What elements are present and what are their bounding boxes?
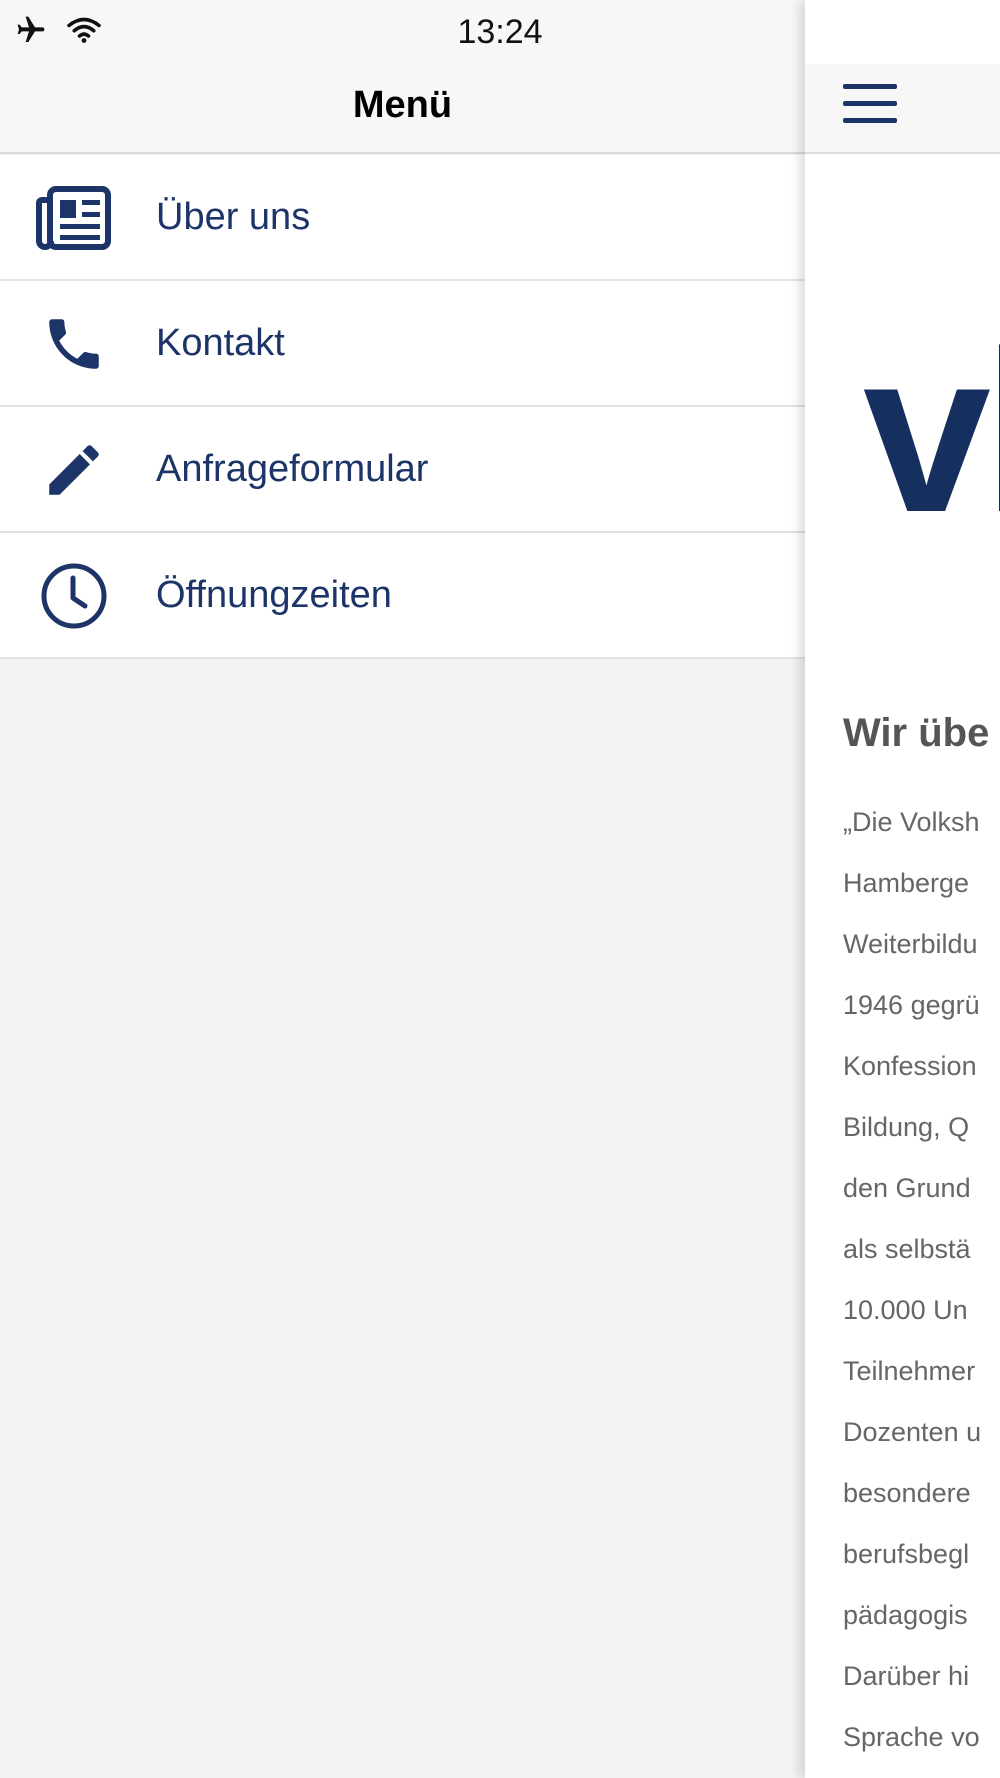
text-line: Teilnehmer	[843, 1356, 976, 1386]
menu-title: Menü	[352, 84, 453, 126]
text-line: Sprache vo	[843, 1722, 980, 1752]
text-line: berufsbegl	[843, 1539, 970, 1569]
text-line: 1946 gegrü	[843, 990, 980, 1020]
text-line: Weiterbildu	[843, 929, 978, 959]
phone-icon	[36, 310, 112, 378]
hamburger-menu-icon[interactable]	[843, 82, 897, 128]
text-line: Hamberge	[843, 868, 970, 898]
text-line: Konfession	[843, 1051, 977, 1081]
menu-item-label: Kontakt	[156, 322, 285, 364]
pencil-icon	[36, 436, 112, 504]
menu-item-ueber-uns[interactable]: Über uns	[0, 155, 805, 281]
text-line: „Die Volksh	[843, 807, 980, 837]
text-line: Darüber hi	[843, 1661, 970, 1691]
menu-list: Über uns Kontakt Anfrageformular Öffnung…	[0, 155, 805, 659]
content-panel[interactable]: vh Wir übe „Die Volksh Hamberge Weiterbi…	[805, 0, 1000, 1778]
newspaper-icon	[36, 184, 112, 252]
content-heading: Wir übe	[843, 711, 990, 755]
menu-item-oeffnungzeiten[interactable]: Öffnungzeiten	[0, 533, 805, 659]
menu-item-label: Öffnungzeiten	[156, 574, 392, 616]
content-header	[805, 64, 1000, 154]
clock-icon	[36, 562, 112, 630]
menu-item-anfrageformular[interactable]: Anfrageformular	[0, 407, 805, 533]
menu-panel: Menü Über uns Kontakt Anfrageformular Öf…	[0, 0, 805, 1778]
text-line: als selbstä	[843, 1234, 971, 1264]
text-line: besondere	[843, 1478, 971, 1508]
text-line: Dozenten u	[843, 1417, 982, 1447]
menu-header: Menü	[0, 64, 805, 154]
text-line: Bildung, Q	[843, 1112, 970, 1142]
text-line: 10.000 Un	[843, 1295, 968, 1325]
menu-item-kontakt[interactable]: Kontakt	[0, 281, 805, 407]
text-line: den Grund	[843, 1173, 971, 1203]
menu-item-label: Über uns	[156, 196, 311, 238]
content-text: „Die Volksh Hamberge Weiterbildu 1946 ge…	[843, 792, 981, 1768]
text-line: pädagogis	[843, 1600, 968, 1630]
vhs-logo: vh	[863, 303, 1000, 560]
menu-item-label: Anfrageformular	[156, 448, 429, 490]
